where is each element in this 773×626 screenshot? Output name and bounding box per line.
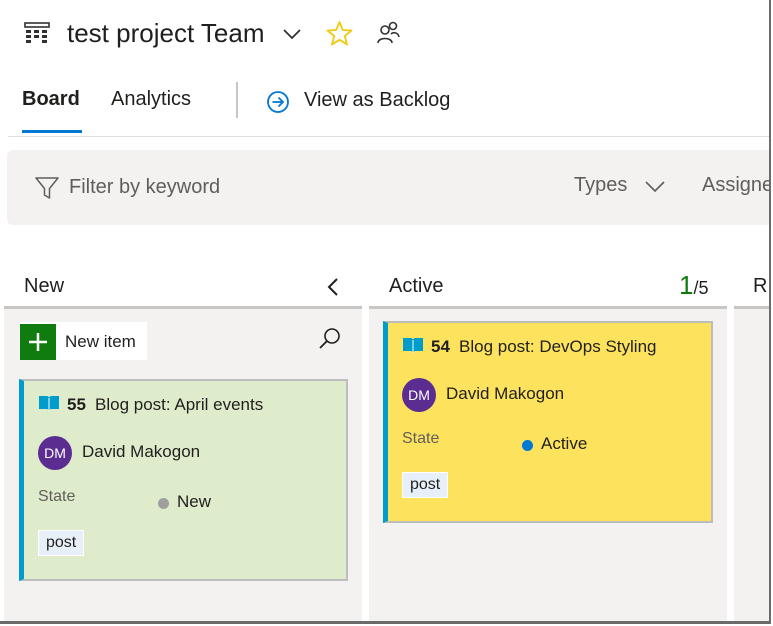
work-item-title[interactable]: Blog post: DevOps Styling	[459, 337, 656, 357]
team-title[interactable]: test project Team	[67, 18, 265, 49]
avatar: DM	[38, 436, 72, 470]
tag[interactable]: post	[38, 530, 85, 556]
book-icon	[403, 338, 423, 353]
state-label: State	[402, 430, 440, 447]
tag[interactable]: post	[402, 472, 449, 498]
tab-board[interactable]: Board	[22, 88, 80, 111]
column-title-active: Active	[389, 275, 444, 297]
state-indicator-dot	[522, 440, 533, 451]
wip-limit-indicator: 1/5	[679, 270, 708, 301]
view-as-backlog-label: View as Backlog	[304, 89, 451, 111]
state-value[interactable]: Active	[541, 434, 587, 454]
tab-divider	[236, 82, 238, 118]
page-header: test project Team	[0, 0, 769, 70]
divider	[8, 136, 769, 137]
work-item-id: 55	[67, 395, 86, 414]
assignee-name[interactable]: David Makogon	[82, 442, 200, 462]
new-item-button[interactable]: New item	[20, 322, 147, 360]
work-item-title[interactable]: Blog post: April events	[95, 395, 263, 415]
column-header-new: New	[4, 270, 362, 306]
column-header-resolved: R	[734, 270, 769, 306]
tab-analytics[interactable]: Analytics	[111, 88, 191, 111]
book-icon	[39, 396, 59, 411]
search-icon[interactable]	[318, 326, 342, 350]
board-page: test project Team Board Analytics View a…	[0, 0, 771, 624]
filter-bar: Types Assigne	[7, 150, 769, 225]
work-item-card[interactable]: 55 Blog post: April events DM David Mako…	[19, 379, 348, 581]
chevron-left-icon[interactable]	[325, 277, 341, 297]
chevron-down-icon[interactable]	[645, 180, 665, 192]
avatar: DM	[402, 378, 436, 412]
filter-icon	[35, 177, 59, 199]
work-item-id: 54	[431, 337, 450, 356]
work-item-card[interactable]: 54 Blog post: DevOps Styling DM David Ma…	[383, 321, 713, 523]
types-filter-dropdown[interactable]: Types	[574, 174, 627, 197]
state-value[interactable]: New	[177, 492, 211, 512]
state-label: State	[38, 488, 76, 505]
column-title-new: New	[24, 275, 65, 297]
arrow-circle-right-icon	[267, 91, 289, 113]
board-icon	[24, 22, 50, 43]
chevron-down-icon[interactable]	[283, 28, 301, 40]
column-header-active: Active	[369, 270, 727, 306]
add-icon	[20, 324, 56, 360]
favorite-star-icon[interactable]	[326, 20, 353, 47]
team-members-icon[interactable]	[376, 20, 401, 45]
column-title-resolved: R	[753, 275, 768, 297]
wip-count: 1	[679, 270, 694, 300]
state-indicator-dot	[158, 498, 169, 509]
active-tab-indicator	[22, 130, 82, 133]
new-item-label: New item	[65, 332, 136, 351]
keyword-filter-input[interactable]	[69, 174, 369, 200]
assignee-name[interactable]: David Makogon	[446, 384, 564, 404]
column-body-resolved	[734, 309, 769, 621]
assigned-to-filter-dropdown[interactable]: Assigne	[702, 174, 769, 197]
wip-limit: /5	[693, 278, 709, 298]
tab-bar: Board Analytics View as Backlog	[0, 78, 769, 136]
